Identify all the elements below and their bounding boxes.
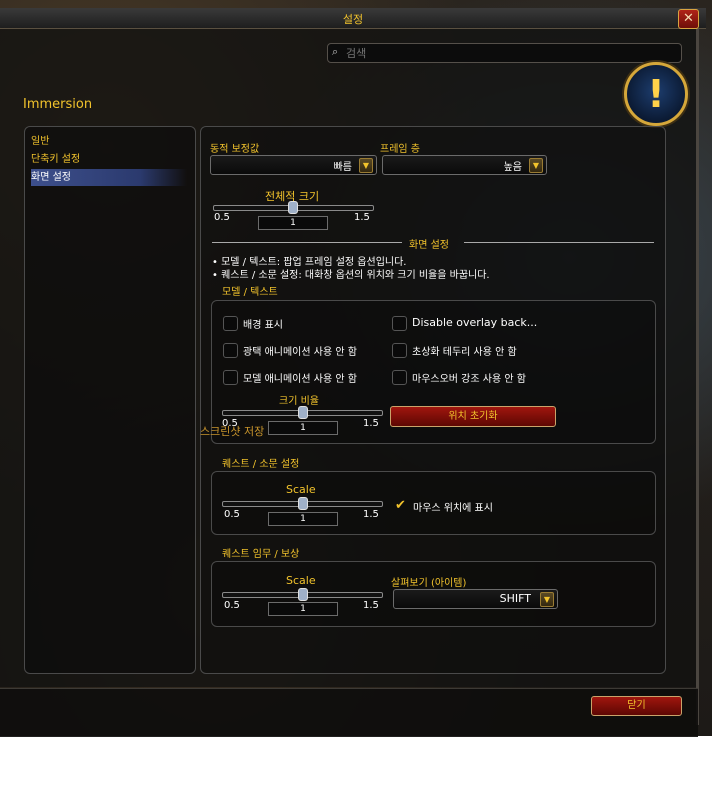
frame-strata-value: 높음 (503, 162, 522, 173)
search-box[interactable]: ⌕ (327, 43, 682, 63)
quest-scale-max: 1.5 (363, 509, 379, 520)
search-input[interactable] (346, 44, 666, 62)
frame-strata-dropdown[interactable]: 높음 ▼ (382, 155, 547, 175)
checkbox[interactable] (392, 343, 407, 358)
divider-right (464, 242, 654, 243)
reward-scale-value[interactable]: 1 (268, 602, 338, 616)
model-scale-value[interactable]: 1 (268, 421, 338, 435)
search-icon: ⌕ (332, 45, 339, 58)
category-list: 일반 단축키 설정 화면 설정 (24, 126, 196, 674)
model-scale-max: 1.5 (363, 418, 379, 429)
sidebar-item-keybindings[interactable]: 단축키 설정 (31, 151, 187, 168)
close-icon[interactable]: ✕ (678, 9, 699, 29)
quest-scale-min: 0.5 (224, 509, 240, 520)
reward-scale-min: 0.5 (224, 600, 240, 611)
checkbox[interactable] (223, 316, 238, 331)
inspect-key-dropdown[interactable]: SHIFT ▼ (393, 589, 558, 609)
sidebar-item-general[interactable]: 일반 (31, 133, 187, 150)
quest-reward-header: 퀘스트 임무 / 보상 (222, 549, 300, 560)
description-line: • 모델 / 텍스트: 팝업 프레임 설정 옵션입니다. (212, 257, 407, 268)
checkbox-label: Disable overlay back... (412, 316, 538, 329)
checkbox-label: 마우스오버 강조 사용 안 함 (412, 374, 526, 385)
checkbox-label: 마우스 위치에 표시 (413, 503, 493, 514)
checkbox-label: 모델 애니메이션 사용 안 함 (243, 374, 357, 385)
description-line: • 퀘스트 / 소문 설정: 대화창 옵션의 위치와 크기 비율을 바꿉니다. (212, 270, 490, 281)
model-scale-label: 크기 비율 (279, 396, 319, 407)
model-scale-slider-thumb[interactable] (298, 406, 308, 419)
divider-left (212, 242, 402, 243)
display-settings-header: 화면 설정 (409, 240, 449, 251)
chevron-down-icon: ▼ (359, 158, 373, 173)
inspect-key-value: SHIFT (499, 592, 531, 605)
reset-position-button[interactable]: 위치 초기화 (390, 406, 556, 427)
screenshot-save-label[interactable]: 스크린샷 저장 (200, 423, 264, 439)
quest-scale-label: Scale (286, 483, 316, 496)
reward-scale-slider-thumb[interactable] (298, 588, 308, 601)
dynamic-scale-label: 동적 보정값 (210, 144, 260, 155)
chevron-down-icon: ▼ (540, 592, 554, 607)
window-title: 설정 (342, 13, 364, 26)
dynamic-scale-value: 빠름 (333, 162, 352, 173)
exclamation-alert-icon[interactable]: ! (624, 62, 688, 126)
quest-scale-slider-thumb[interactable] (298, 497, 308, 510)
checkbox-label: 배경 표시 (243, 320, 283, 331)
model-text-header: 모델 / 텍스트 (222, 287, 278, 298)
sidebar-item-display[interactable]: 화면 설정 (31, 169, 187, 186)
overall-scale-min: 0.5 (214, 212, 230, 223)
checkbox[interactable] (223, 370, 238, 385)
inspect-label: 살펴보기 (아이템) (391, 578, 467, 589)
checkbox-label: 초상화 테두리 사용 안 함 (412, 347, 517, 358)
addon-title: Immersion (23, 97, 93, 112)
reward-scale-label: Scale (286, 574, 316, 587)
checkbox[interactable] (223, 343, 238, 358)
dynamic-scale-dropdown[interactable]: 빠름 ▼ (210, 155, 377, 175)
window-border (696, 29, 699, 725)
frame-strata-label: 프레임 층 (380, 144, 420, 155)
overall-scale-slider-thumb[interactable] (288, 201, 298, 214)
checkbox[interactable] (392, 316, 407, 331)
checkmark-icon[interactable]: ✔ (393, 499, 408, 514)
description-list: • 모델 / 텍스트: 팝업 프레임 설정 옵션입니다. • 퀘스트 / 소문 … (212, 253, 490, 281)
reward-scale-max: 1.5 (363, 600, 379, 611)
checkbox-label: 광택 애니메이션 사용 안 함 (243, 347, 357, 358)
overall-scale-max: 1.5 (354, 212, 370, 223)
overall-scale-value[interactable]: 1 (258, 216, 328, 230)
checkbox[interactable] (392, 370, 407, 385)
window-titlebar[interactable]: 설정 (0, 8, 706, 29)
chevron-down-icon: ▼ (529, 158, 543, 173)
close-button[interactable]: 닫기 (591, 696, 682, 716)
quest-scale-value[interactable]: 1 (268, 512, 338, 526)
quest-gossip-header: 퀘스트 / 소문 설정 (222, 459, 300, 470)
